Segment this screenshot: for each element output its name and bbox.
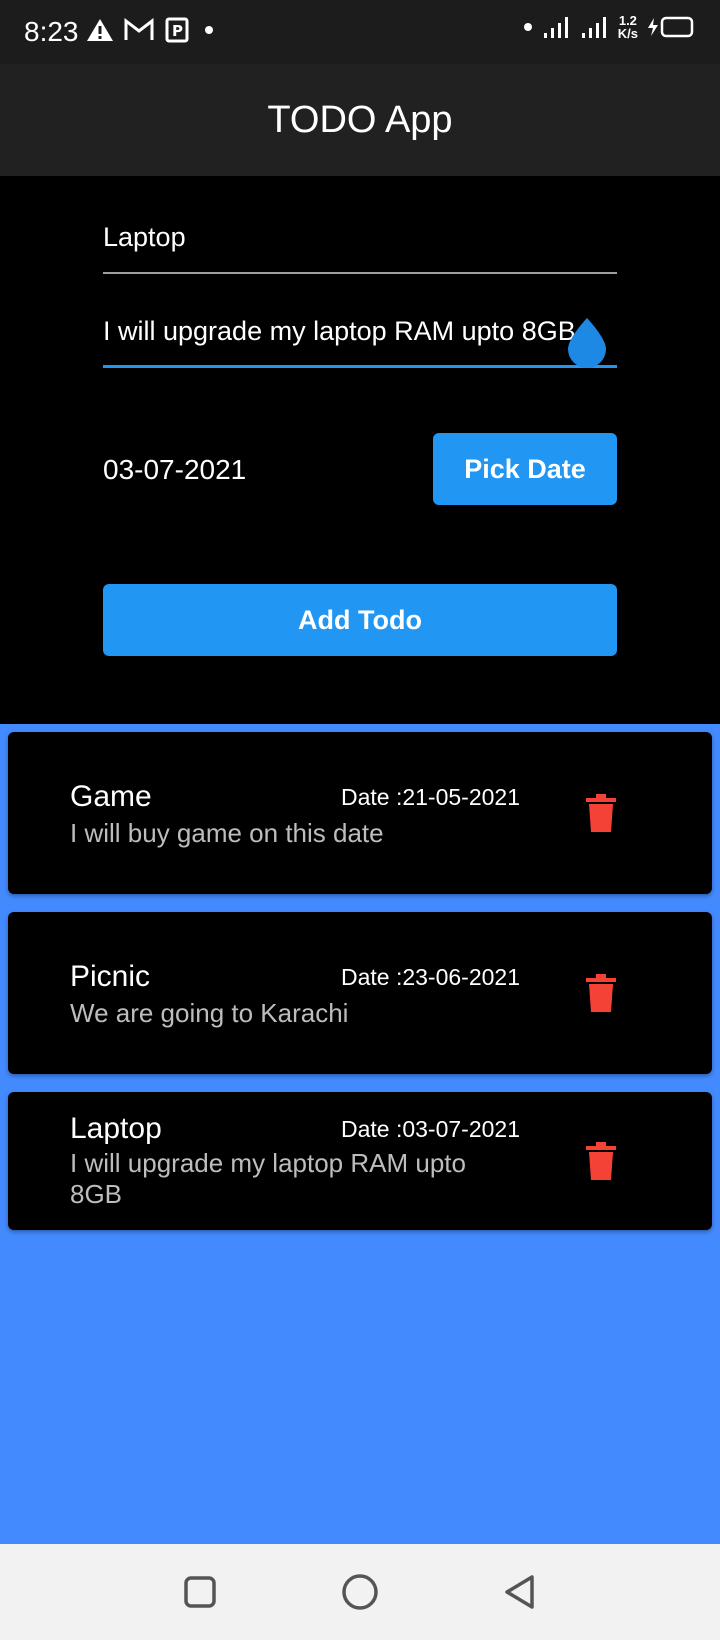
title-input[interactable]: Laptop xyxy=(103,222,617,274)
notification-icons: P xyxy=(86,16,216,44)
todo-description: I will upgrade my laptop RAM upto 8GB xyxy=(70,1148,466,1209)
description-input-value: I will upgrade my laptop RAM upto 8GB xyxy=(103,316,576,346)
battery-charging-icon xyxy=(648,16,694,38)
gmail-icon xyxy=(124,18,154,40)
title-input-value: Laptop xyxy=(103,222,186,252)
todo-form: Laptop I will upgrade my laptop RAM upto… xyxy=(0,176,720,724)
svg-text:P: P xyxy=(172,22,183,40)
status-bar: 8:23 P 1.2 K/s xyxy=(0,0,720,64)
dot-icon xyxy=(523,23,532,31)
system-nav-bar xyxy=(0,1544,720,1640)
app-title: TODO App xyxy=(267,98,453,141)
todo-title: Game xyxy=(70,780,152,813)
delete-icon[interactable] xyxy=(586,974,616,1012)
todo-list: Game Date :21-05-2021 I will buy game on… xyxy=(0,724,720,1544)
selected-date: 03-07-2021 xyxy=(103,454,247,485)
network-speed-unit: K/s xyxy=(617,26,638,41)
todo-date: Date :23-06-2021 xyxy=(340,964,520,990)
description-input[interactable]: I will upgrade my laptop RAM upto 8GB xyxy=(103,316,617,368)
todo-date: Date :03-07-2021 xyxy=(340,1116,520,1142)
todo-card: Laptop Date :03-07-2021 I will upgrade m… xyxy=(8,1092,712,1230)
todo-date: Date :21-05-2021 xyxy=(340,784,520,810)
signal-icon xyxy=(543,17,568,38)
status-time: 8:23 xyxy=(24,16,79,47)
todo-description: We are going to Karachi xyxy=(70,998,349,1028)
home-button[interactable] xyxy=(340,1572,380,1612)
parking-icon: P xyxy=(165,17,189,43)
todo-card: Game Date :21-05-2021 I will buy game on… xyxy=(8,732,712,894)
delete-icon[interactable] xyxy=(586,794,616,832)
signal-icon xyxy=(581,17,606,38)
app-bar: TODO App xyxy=(0,64,720,176)
pick-date-button[interactable]: Pick Date xyxy=(433,433,617,505)
todo-title: Laptop xyxy=(70,1112,162,1145)
text-cursor-handle-icon[interactable] xyxy=(565,316,609,370)
network-speed: 1.2 K/s xyxy=(618,14,638,40)
back-button[interactable] xyxy=(500,1572,540,1612)
todo-description: I will buy game on this date xyxy=(70,818,384,848)
add-todo-button[interactable]: Add Todo xyxy=(103,584,617,656)
back-icon xyxy=(505,1575,534,1609)
todo-card: Picnic Date :23-06-2021 We are going to … xyxy=(8,912,712,1074)
recent-apps-button[interactable] xyxy=(180,1572,220,1612)
recent-apps-icon xyxy=(184,1576,216,1608)
home-icon xyxy=(342,1574,378,1610)
todo-title: Picnic xyxy=(70,960,151,993)
dot-icon xyxy=(205,26,213,34)
system-icons: 1.2 K/s xyxy=(522,14,696,40)
warning-icon xyxy=(87,19,113,41)
delete-icon[interactable] xyxy=(586,1142,616,1180)
